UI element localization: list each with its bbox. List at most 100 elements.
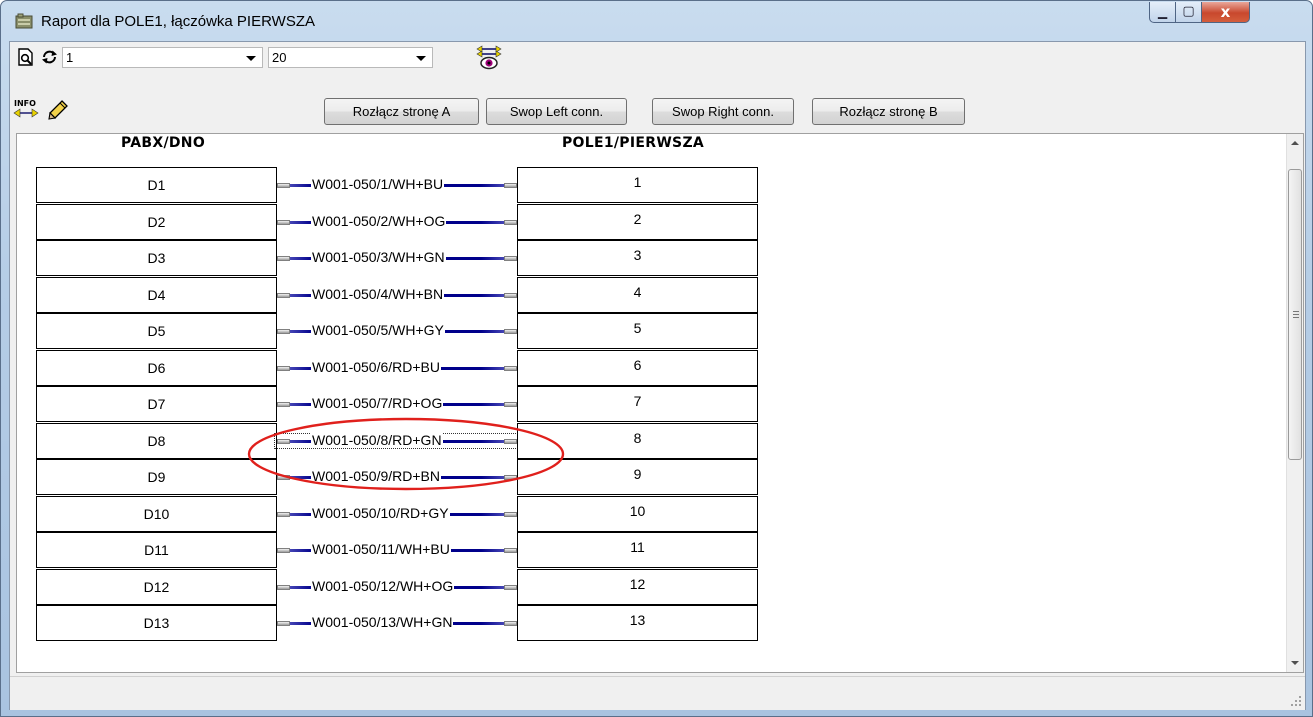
left-port-cell[interactable]: D5 bbox=[36, 313, 277, 349]
disconnect-side-b-button[interactable]: Rozłącz stronę B bbox=[812, 98, 965, 125]
app-icon bbox=[15, 13, 33, 29]
scroll-thumb[interactable] bbox=[1288, 169, 1302, 460]
left-port-cell[interactable]: D11 bbox=[36, 532, 277, 568]
right-port-cell[interactable]: 6 bbox=[517, 350, 758, 386]
connection-row[interactable]: D9 W001-050/9/RD+BN 9 bbox=[17, 459, 777, 495]
connection-row[interactable]: D10 W001-050/10/RD+GY 10 bbox=[17, 496, 777, 532]
report-panel[interactable]: PABX/DNO POLE1/PIERWSZA D1 W001-050/1/WH+… bbox=[16, 133, 1304, 673]
close-icon: x bbox=[1220, 3, 1231, 21]
left-port-cell[interactable]: D3 bbox=[36, 240, 277, 276]
left-port-cell[interactable]: D10 bbox=[36, 496, 277, 532]
wire-connection[interactable]: W001-050/3/WH+GN bbox=[277, 249, 517, 265]
connector-plug-icon bbox=[277, 329, 290, 334]
wire-connection[interactable]: W001-050/2/WH+OG bbox=[277, 213, 517, 229]
connection-row[interactable]: D11 W001-050/11/WH+BU 11 bbox=[17, 532, 777, 568]
wire-connection[interactable]: W001-050/8/RD+GN bbox=[274, 432, 520, 449]
left-port-cell[interactable]: D6 bbox=[36, 350, 277, 386]
info-icon[interactable]: INFO bbox=[13, 97, 41, 123]
window-frame: Raport dla POLE1, łączówka PIERWSZA ▁ ▢ … bbox=[0, 0, 1313, 717]
connector-plug-icon bbox=[277, 256, 290, 261]
connection-row[interactable]: D6 W001-050/6/RD+BU 6 bbox=[17, 350, 777, 386]
connector-plug-icon bbox=[277, 439, 290, 444]
wire-label: W001-050/13/WH+GN bbox=[311, 614, 454, 630]
pencil-icon[interactable] bbox=[48, 100, 68, 120]
connection-row[interactable]: D8 W001-050/8/RD+GN 8 bbox=[17, 423, 777, 459]
connector-plug-icon bbox=[277, 548, 290, 553]
maximize-icon: ▢ bbox=[1182, 4, 1195, 19]
right-port-cell[interactable]: 10 bbox=[517, 496, 758, 532]
connection-row[interactable]: D3 W001-050/3/WH+GN 3 bbox=[17, 240, 777, 276]
maximize-button[interactable]: ▢ bbox=[1176, 2, 1202, 23]
right-port-cell[interactable]: 5 bbox=[517, 313, 758, 349]
left-port-cell[interactable]: D12 bbox=[36, 569, 277, 605]
wire-connection[interactable]: W001-050/11/WH+BU bbox=[277, 541, 517, 557]
scroll-down-button[interactable] bbox=[1287, 655, 1303, 672]
right-port-cell[interactable]: 2 bbox=[517, 204, 758, 240]
left-port-cell[interactable]: D7 bbox=[36, 386, 277, 422]
swop-right-conn-button[interactable]: Swop Right conn. bbox=[652, 98, 794, 125]
connector-plug-icon bbox=[277, 585, 290, 590]
right-column-header: POLE1/PIERWSZA bbox=[562, 135, 705, 151]
right-port-cell[interactable]: 7 bbox=[517, 386, 758, 422]
wire-label: W001-050/4/WH+BN bbox=[311, 286, 445, 302]
left-port-cell[interactable]: D13 bbox=[36, 605, 277, 641]
connector-plug-icon bbox=[277, 475, 290, 480]
wire-connection[interactable]: W001-050/4/WH+BN bbox=[277, 286, 517, 302]
connector-plug-icon bbox=[504, 548, 517, 553]
view-eye-icon[interactable] bbox=[475, 45, 503, 71]
right-port-cell[interactable]: 11 bbox=[517, 532, 758, 568]
wire-connection[interactable]: W001-050/5/WH+GY bbox=[277, 322, 517, 338]
right-port-cell[interactable]: 13 bbox=[517, 605, 758, 641]
connector-plug-icon bbox=[277, 220, 290, 225]
count-select[interactable]: 20 bbox=[268, 47, 433, 68]
connection-row[interactable]: D4 W001-050/4/WH+BN 4 bbox=[17, 277, 777, 313]
connector-plug-icon bbox=[504, 439, 517, 444]
connection-row[interactable]: D7 W001-050/7/RD+OG 7 bbox=[17, 386, 777, 422]
right-port-cell[interactable]: 8 bbox=[517, 423, 758, 459]
connector-plug-icon bbox=[277, 512, 290, 517]
wire-label: W001-050/3/WH+GN bbox=[311, 249, 446, 265]
right-port-cell[interactable]: 3 bbox=[517, 240, 758, 276]
wire-connection[interactable]: W001-050/13/WH+GN bbox=[277, 614, 517, 630]
wire-connection[interactable]: W001-050/1/WH+BU bbox=[277, 176, 517, 192]
wire-connection[interactable]: W001-050/12/WH+OG bbox=[277, 578, 517, 594]
scroll-up-button[interactable] bbox=[1287, 134, 1303, 151]
wire-connection[interactable]: W001-050/6/RD+BU bbox=[277, 359, 517, 375]
connection-row[interactable]: D13 W001-050/13/WH+GN 13 bbox=[17, 605, 777, 641]
wire-connection[interactable]: W001-050/9/RD+BN bbox=[277, 468, 517, 484]
connector-plug-icon bbox=[277, 293, 290, 298]
connector-plug-icon bbox=[277, 183, 290, 188]
connector-plug-icon bbox=[504, 512, 517, 517]
close-button[interactable]: x bbox=[1202, 2, 1250, 23]
minimize-button[interactable]: ▁ bbox=[1149, 2, 1176, 23]
right-port-cell[interactable]: 12 bbox=[517, 569, 758, 605]
connection-row[interactable]: D1 W001-050/1/WH+BU 1 bbox=[17, 167, 777, 203]
connector-plug-icon bbox=[504, 220, 517, 225]
print-preview-icon[interactable] bbox=[17, 48, 35, 66]
title-bar[interactable]: Raport dla POLE1, łączówka PIERWSZA ▁ ▢ … bbox=[1, 1, 1312, 41]
wire-connection[interactable]: W001-050/10/RD+GY bbox=[277, 505, 517, 521]
page-select[interactable]: 1 bbox=[62, 47, 263, 68]
right-port-cell[interactable]: 4 bbox=[517, 277, 758, 313]
resize-grip-icon[interactable] bbox=[1290, 695, 1302, 707]
left-port-cell[interactable]: D4 bbox=[36, 277, 277, 313]
wire-connection[interactable]: W001-050/7/RD+OG bbox=[277, 395, 517, 411]
left-column-header: PABX/DNO bbox=[121, 135, 206, 151]
right-port-cell[interactable]: 1 bbox=[517, 167, 758, 203]
connection-row[interactable]: D5 W001-050/5/WH+GY 5 bbox=[17, 313, 777, 349]
grip-line bbox=[1293, 317, 1299, 318]
left-port-cell[interactable]: D8 bbox=[36, 423, 277, 459]
connection-row[interactable]: D2 W001-050/2/WH+OG 2 bbox=[17, 204, 777, 240]
right-port-cell[interactable]: 9 bbox=[517, 459, 758, 495]
left-port-cell[interactable]: D9 bbox=[36, 459, 277, 495]
vertical-scrollbar[interactable] bbox=[1286, 134, 1303, 672]
left-port-cell[interactable]: D1 bbox=[36, 167, 277, 203]
connector-plug-icon bbox=[277, 402, 290, 407]
connection-row[interactable]: D12 W001-050/12/WH+OG 12 bbox=[17, 569, 777, 605]
grip-line bbox=[1293, 311, 1299, 312]
refresh-icon[interactable] bbox=[40, 48, 59, 66]
disconnect-side-a-button[interactable]: Rozłącz stronę A bbox=[324, 98, 479, 125]
left-port-cell[interactable]: D2 bbox=[36, 204, 277, 240]
swop-left-conn-button[interactable]: Swop Left conn. bbox=[486, 98, 627, 125]
wire-label: W001-050/11/WH+BU bbox=[311, 541, 451, 557]
